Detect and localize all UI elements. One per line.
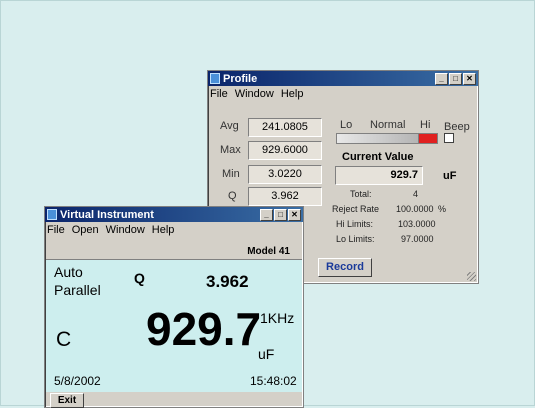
menu-file[interactable]: File [210,88,228,100]
gauge-normal-label: Normal [370,119,406,131]
profile-titlebar[interactable]: Profile _ □ ✕ [208,71,478,86]
min-label: Min [222,168,240,180]
vi-titlebar[interactable]: Virtual Instrument _ □ ✕ [45,207,303,222]
avg-value: 241.0805 [248,118,322,137]
minimize-button[interactable]: _ [435,72,448,85]
resize-grip[interactable] [467,272,476,281]
primary-param-label: C [56,328,72,351]
reject-rate-value: 100.0000 [396,204,434,214]
secondary-param-value: 3.962 [206,272,249,291]
maximize-button[interactable]: □ [449,72,462,85]
menu-window[interactable]: Window [106,224,145,236]
beep-label: Beep [444,121,470,133]
primary-unit: uF [258,346,275,362]
current-value-field: 929.7 [335,166,423,185]
profile-title: Profile [223,72,258,85]
hi-limits-label: Hi Limits: [336,219,374,229]
menu-file[interactable]: File [47,224,65,236]
mode-auto: Auto [54,264,83,280]
min-value: 3.0220 [248,165,322,184]
profile-menubar: File Window Help [208,86,478,102]
model-label: Model 41 [247,246,290,257]
q-label: Q [228,190,237,202]
menu-window[interactable]: Window [235,88,274,100]
close-button[interactable]: ✕ [463,72,476,85]
max-label: Max [220,144,241,156]
secondary-param-label: Q [134,270,145,286]
measurement-display: Auto Parallel Q 3.962 C 929.7 1KHz uF 5/… [46,259,302,392]
mode-parallel: Parallel [54,282,101,298]
max-value: 929.6000 [248,141,322,160]
app-icon [47,209,57,220]
close-button[interactable]: ✕ [288,208,301,221]
time-readout: 15:48:02 [250,374,297,388]
reject-rate-label: Reject Rate [332,204,380,214]
hi-limits-value: 103.0000 [398,219,436,229]
current-value-unit: uF [443,170,457,182]
frequency-label: 1KHz [260,310,295,326]
avg-label: Avg [220,120,239,132]
record-button[interactable]: Record [318,258,372,277]
total-label: Total: [350,189,372,199]
gauge-hi-label: Hi [420,119,431,131]
percent-sign: % [438,204,447,214]
primary-value: 929.7 [146,303,262,355]
beep-checkbox[interactable] [444,133,454,143]
lo-limits-value: 97.0000 [401,234,434,244]
lo-limits-label: Lo Limits: [336,234,375,244]
date-readout: 5/8/2002 [54,374,101,388]
virtual-instrument-window: Virtual Instrument _ □ ✕ File Open Windo… [44,206,304,408]
vi-title: Virtual Instrument [60,208,154,221]
maximize-button[interactable]: □ [274,208,287,221]
menu-open[interactable]: Open [72,224,99,236]
q-value: 3.962 [248,187,322,206]
menu-help[interactable]: Help [152,224,175,236]
minimize-button[interactable]: _ [260,208,273,221]
menu-help[interactable]: Help [281,88,304,100]
gauge-lo-label: Lo [340,119,353,131]
total-value: 4 [413,189,419,199]
current-value-label: Current Value [342,151,414,163]
model-bar: Model 41 [46,245,302,259]
gauge-hi-indicator [418,133,438,144]
app-icon [210,73,220,84]
vi-menubar: File Open Window Help [45,222,303,238]
